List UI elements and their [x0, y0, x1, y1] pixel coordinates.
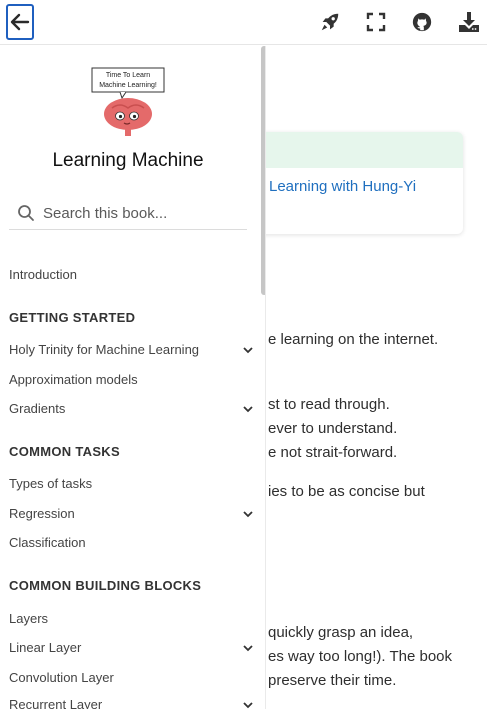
download-button[interactable] [456, 9, 482, 35]
rocket-icon [321, 13, 339, 31]
fullscreen-icon [366, 12, 386, 32]
nav-item-approximation-models[interactable]: Approximation models [9, 369, 257, 391]
logo-text-line-1: Time To Learn [106, 72, 150, 79]
chevron-down-icon[interactable] [243, 404, 253, 414]
nav-item-recurrent-layer[interactable]: Recurrent Layer [9, 694, 257, 709]
fullscreen-button[interactable] [363, 9, 389, 35]
paragraph-line: quickly grasp an idea, [268, 624, 414, 641]
search-icon [18, 205, 34, 221]
nav-item-layers[interactable]: Layers [9, 608, 257, 630]
paragraph-line: st to read through. [268, 396, 390, 413]
paragraph-line: preserve their time. [268, 672, 397, 689]
github-button[interactable] [409, 9, 435, 35]
launch-button[interactable] [317, 9, 343, 35]
brain-logo: Time To Learn Machine Learning! [91, 67, 165, 136]
nav-item-classification[interactable]: Classification [9, 532, 257, 554]
book-title: Learning Machine [52, 150, 204, 171]
nav-section-heading: COMMON TASKS [9, 444, 120, 459]
paragraph-line: ies to be as concise but [268, 483, 425, 500]
sidebar: Time To Learn Machine Learning! Learning… [0, 46, 266, 709]
nav-item-label: Gradients [9, 401, 66, 416]
chevron-down-icon[interactable] [243, 643, 253, 653]
sidebar-scrollbar[interactable] [261, 46, 265, 295]
nav-item-label: Recurrent Layer [9, 697, 103, 709]
back-button[interactable] [6, 4, 34, 40]
callout-link[interactable]: Learning with Hung-Yi [269, 178, 416, 195]
nav-item-label: Linear Layer [9, 640, 82, 655]
nav-item-types-of-tasks[interactable]: Types of tasks [9, 473, 257, 495]
github-icon [412, 12, 432, 32]
chevron-down-icon[interactable] [243, 509, 253, 519]
nav-section-heading: GETTING STARTED [9, 310, 136, 325]
chevron-down-icon[interactable] [243, 345, 253, 355]
chevron-down-icon[interactable] [243, 700, 253, 709]
nav-item-convolution-layer[interactable]: Convolution Layer [9, 667, 257, 689]
nav-section-heading: COMMON BUILDING BLOCKS [9, 578, 202, 593]
top-bar [0, 0, 487, 45]
nav-item-linear-layer[interactable]: Linear Layer [9, 637, 257, 659]
nav-item-label: Regression [9, 506, 75, 521]
nav-item-regression[interactable]: Regression [9, 503, 257, 525]
nav-item-introduction[interactable]: Introduction [9, 264, 257, 286]
download-icon [459, 12, 479, 32]
search-box[interactable] [9, 200, 247, 230]
paragraph-line: e learning on the internet. [268, 331, 439, 348]
logo-text-line-2: Machine Learning! [99, 82, 157, 89]
nav-item-holy-trinity[interactable]: Holy Trinity for Machine Learning [9, 339, 257, 361]
paragraph-line: e not strait-forward. [268, 444, 398, 461]
paragraph-line: es way too long!). The book [268, 648, 452, 665]
search-input[interactable] [43, 202, 243, 224]
paragraph-line: ever to understand. [268, 420, 398, 437]
nav-item-gradients[interactable]: Gradients [9, 398, 257, 420]
nav-item-label: Holy Trinity for Machine Learning [9, 342, 200, 357]
arrow-left-icon [10, 13, 30, 31]
